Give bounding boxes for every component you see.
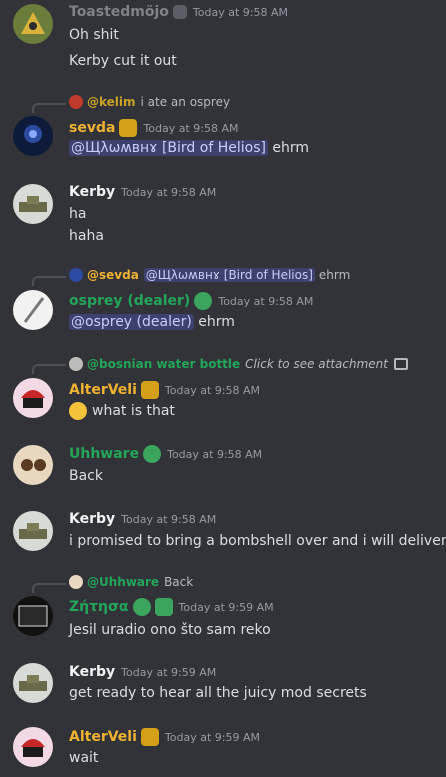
crying-face-icon — [69, 402, 87, 420]
reply-spine — [32, 364, 66, 374]
message-text: ehrm — [198, 314, 235, 330]
reply-avatar — [69, 95, 83, 109]
avatar[interactable] — [13, 596, 53, 636]
image-icon — [393, 358, 408, 370]
reply-author[interactable]: @kelim — [87, 95, 136, 109]
message-content: @Щλωʍвнɤ [Bird of Helios] ehrm — [69, 140, 309, 156]
timestamp: Today at 9:59 AM — [121, 665, 217, 679]
author-name[interactable]: Kerby — [69, 184, 115, 200]
timestamp: Today at 9:58 AM — [218, 294, 314, 308]
author-name[interactable]: AlterVeli — [69, 729, 137, 745]
frog-icon — [194, 292, 213, 310]
message-text: Oh shit — [69, 27, 119, 43]
message: @bosnian water bottle Click to see attac… — [0, 355, 446, 425]
reply-author[interactable]: @bosnian water bottle — [87, 357, 240, 371]
message: @sevda @Щλωʍвнɤ [Bird of Helios] ehrm os… — [0, 266, 446, 344]
timestamp: Today at 9:58 AM — [143, 121, 239, 135]
avatar[interactable] — [13, 511, 53, 551]
message: AlterVeli Today at 9:59 AM wait — [0, 726, 446, 777]
timestamp: Today at 9:58 AM — [121, 512, 217, 526]
reply-preview[interactable]: @kelim i ate an osprey — [69, 94, 230, 110]
message: Kerby Today at 9:58 AM ha haha — [0, 182, 446, 252]
role-icon — [143, 445, 162, 463]
reply-author[interactable]: @sevda — [87, 268, 139, 282]
reply-preview[interactable]: @Uhhware Back — [69, 574, 193, 590]
message-text: what is that — [92, 403, 175, 419]
role-icon — [172, 5, 187, 19]
reply-text[interactable]: Click to see attachment — [245, 357, 388, 371]
author-name[interactable]: osprey (dealer) — [69, 293, 190, 309]
reply-text: Back — [164, 575, 194, 589]
timestamp: Today at 9:59 AM — [178, 600, 274, 614]
message-text: haha — [69, 228, 104, 244]
reply-preview[interactable]: @sevda @Щλωʍвнɤ [Bird of Helios] ehrm — [69, 267, 350, 283]
user-mention[interactable]: @osprey (dealer) — [69, 314, 194, 330]
message-text: wait — [69, 750, 99, 766]
message: Uhhware Today at 9:58 AM Back — [0, 443, 446, 493]
message-content: @osprey (dealer) ehrm — [69, 314, 235, 330]
message: Kerby Today at 9:59 AM get ready to hear… — [0, 662, 446, 712]
reply-spine — [32, 276, 66, 286]
author-name[interactable]: Kerby — [69, 511, 115, 527]
avatar[interactable] — [13, 727, 53, 767]
user-mention[interactable]: @Щλωʍвнɤ [Bird of Helios] — [69, 140, 268, 156]
avatar[interactable] — [13, 663, 53, 703]
timestamp: Today at 9:58 AM — [167, 447, 263, 461]
reply-spine — [32, 103, 66, 113]
message-text: Kerby cut it out — [69, 53, 177, 69]
message: @kelim i ate an osprey sevda Today at 9:… — [0, 90, 446, 168]
timestamp: Today at 9:58 AM — [121, 185, 217, 199]
clover-icon — [154, 598, 173, 616]
author-name[interactable]: AlterVeli — [69, 382, 137, 398]
reply-avatar — [69, 268, 83, 282]
message-text: Jesil uradio ono što sam reko — [69, 622, 271, 638]
user-mention[interactable]: @Щλωʍвнɤ [Bird of Helios] — [143, 268, 315, 282]
author-name[interactable]: sevda — [69, 120, 115, 136]
avatar[interactable] — [13, 4, 53, 44]
message-text: i promised to bring a bombshell over and… — [69, 533, 446, 549]
message-text: ehrm — [272, 140, 310, 156]
avatar[interactable] — [13, 116, 53, 156]
reply-avatar — [69, 357, 83, 371]
avatar[interactable] — [13, 290, 53, 330]
message-text: get ready to hear all the juicy mod secr… — [69, 685, 367, 701]
reply-spine — [32, 583, 66, 593]
message-text: Back — [69, 468, 103, 484]
message: Toastedmöjo Today at 9:58 AM Oh shit Ker… — [0, 0, 446, 80]
role-icon — [140, 381, 159, 399]
message: @Uhhware Back Ζήτησα Today at 9:59 AM Je… — [0, 574, 446, 644]
reply-text: ehrm — [318, 268, 351, 282]
message: Kerby Today at 9:58 AM i promised to bri… — [0, 510, 446, 560]
reply-text: i ate an osprey — [140, 95, 231, 109]
author-name[interactable]: Kerby — [69, 664, 115, 680]
frog-icon — [132, 598, 151, 616]
message-content: what is that — [69, 402, 175, 420]
timestamp: Today at 9:58 AM — [192, 5, 288, 19]
avatar[interactable] — [13, 445, 53, 485]
reply-preview[interactable]: @bosnian water bottle Click to see attac… — [69, 356, 408, 372]
author-name[interactable]: Uhhware — [69, 446, 139, 462]
message-text: ha — [69, 206, 87, 222]
timestamp: Today at 9:59 AM — [164, 730, 260, 744]
author-name[interactable]: Toastedmöjo — [69, 4, 169, 20]
role-icon — [140, 728, 159, 746]
author-name[interactable]: Ζήτησα — [69, 599, 129, 615]
reply-author[interactable]: @Uhhware — [87, 575, 159, 589]
avatar[interactable] — [13, 184, 53, 224]
timestamp: Today at 9:58 AM — [164, 383, 260, 397]
avatar[interactable] — [13, 378, 53, 418]
role-icon — [119, 119, 138, 137]
reply-avatar — [69, 575, 83, 589]
